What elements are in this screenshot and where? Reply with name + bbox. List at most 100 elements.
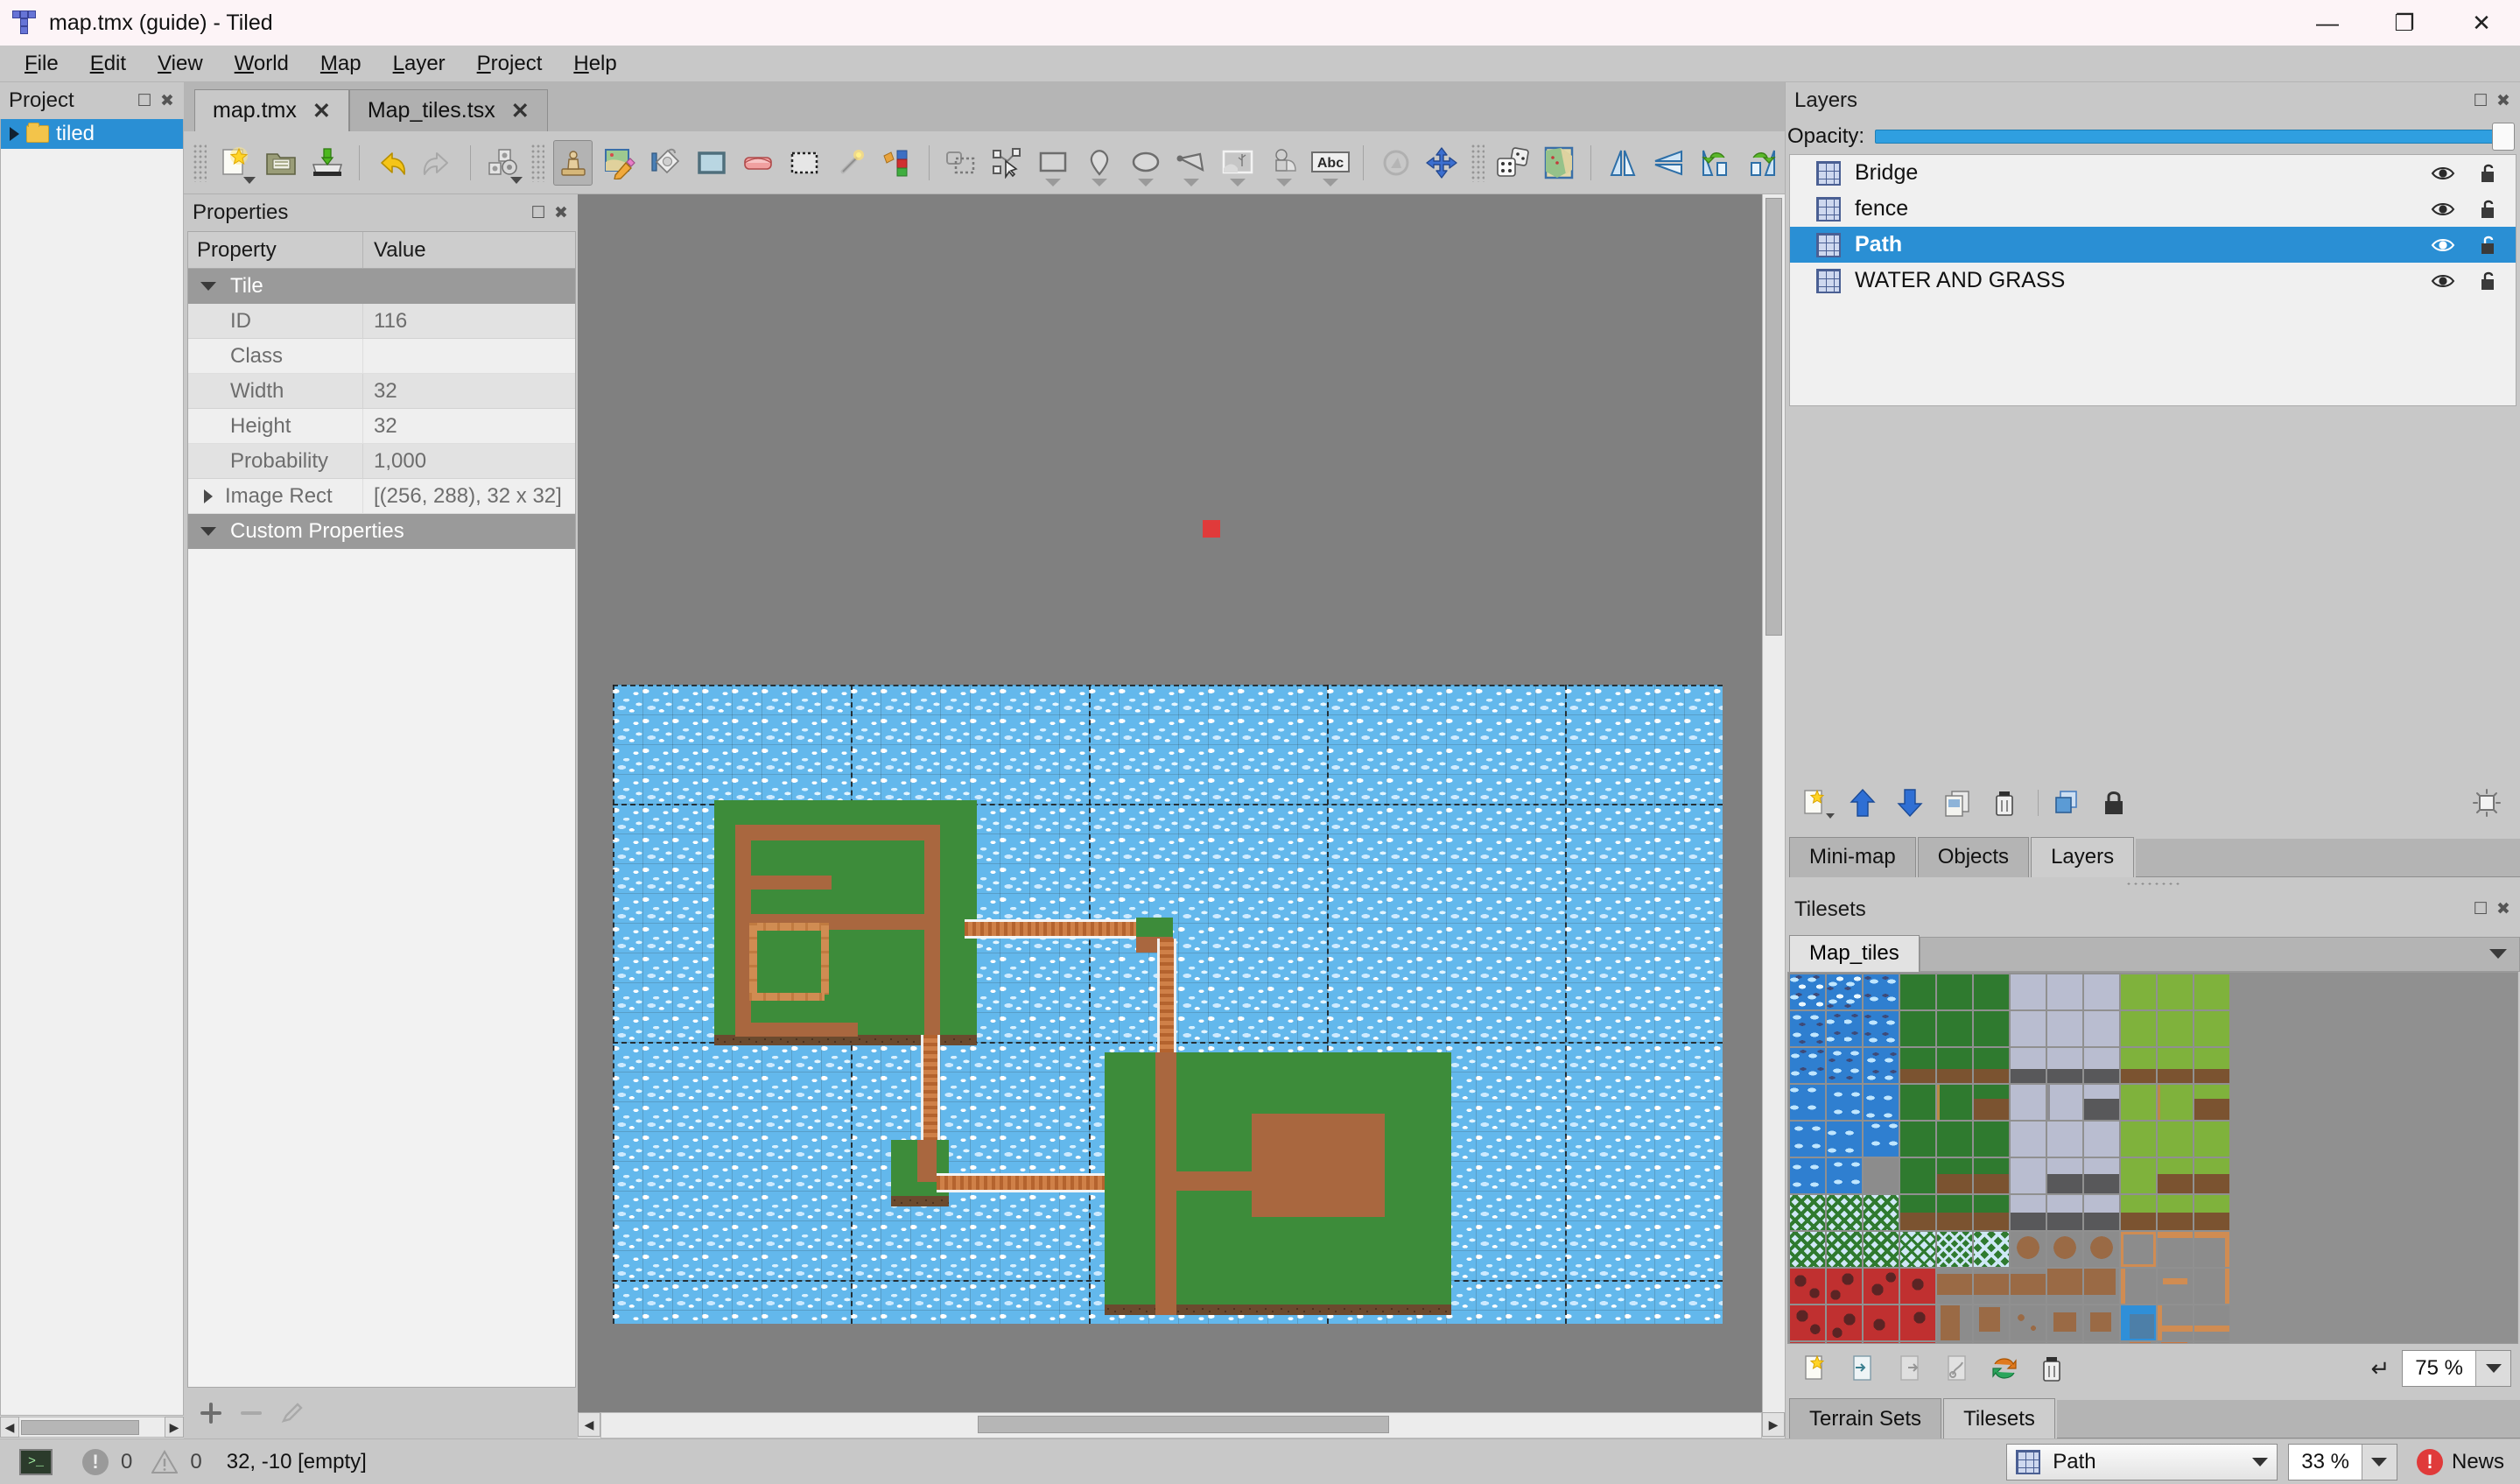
tileset-tile[interactable] [1937,1194,1972,1230]
layer-lock-toggle-bridge[interactable] [2472,160,2507,186]
select-same-tile-tool[interactable] [877,140,916,186]
scroll-left-icon[interactable]: ◀ [0,1417,19,1438]
chevron-down-icon[interactable] [1826,812,1835,819]
edit-tileset-button[interactable] [1936,1349,1978,1388]
tileset-tile[interactable] [2047,1194,2082,1230]
insert-rectangle-tool[interactable] [1034,140,1073,186]
tileset-tile[interactable] [1827,974,1862,1009]
map-zoom-combo[interactable]: 33 % [2288,1443,2397,1480]
tileset-tile[interactable] [2121,1084,2156,1120]
project-tree-item-tiled[interactable]: tiled [1,119,183,149]
tileset-tile[interactable] [2011,1231,2046,1267]
splitter-grip[interactable] [2124,881,2181,887]
tileset-tile[interactable] [1790,1121,1825,1157]
tileset-tile[interactable] [1864,974,1899,1009]
tileset-tile[interactable] [2158,1084,2193,1120]
tileset-tile[interactable] [1827,1231,1862,1267]
tileset-tile[interactable] [2047,1268,2082,1304]
tileset-tile[interactable] [1864,1194,1899,1230]
tileset-tile[interactable] [2084,1010,2119,1046]
new-map-button[interactable] [215,140,256,186]
menu-layer[interactable]: Layer [377,48,461,80]
tileset-tile[interactable] [1900,1194,1935,1230]
tileset-tile[interactable] [1790,974,1825,1009]
chevron-down-icon[interactable] [1183,178,1200,186]
add-property-icon[interactable] [198,1400,224,1426]
tileset-tile[interactable] [2011,1194,2046,1230]
tab-map-tiles-tileset[interactable]: Map_tiles [1789,934,1920,972]
tileset-tile[interactable] [1974,974,2009,1009]
tab-layers[interactable]: Layers [2031,836,2135,877]
chevron-down-icon[interactable] [2489,949,2507,959]
replace-tileset-button[interactable] [1983,1349,2025,1388]
tileset-tile[interactable] [1864,1268,1899,1304]
tileset-tile[interactable] [1937,1268,1972,1304]
bucket-fill-tool[interactable] [646,140,685,186]
undock-icon[interactable]: ☐ [527,201,550,224]
layer-visibility-toggle-bridge[interactable] [2428,160,2458,186]
canvas-hscroll-thumb[interactable] [978,1416,1389,1433]
chevron-down-icon[interactable] [1045,178,1062,186]
tileset-tile[interactable] [1900,1121,1935,1157]
project-scroll-track[interactable] [19,1417,165,1438]
rectangular-select-tool[interactable] [784,140,824,186]
tileset-tile[interactable] [1790,1231,1825,1267]
project-scroll-thumb[interactable] [21,1420,139,1435]
tileset-tile[interactable] [2121,1121,2156,1157]
undock-icon[interactable]: ☐ [2469,89,2492,112]
remove-tileset-button[interactable] [2031,1349,2073,1388]
tileset-tile[interactable] [2121,1305,2156,1340]
chevron-right-icon[interactable] [204,489,213,503]
tileset-tile[interactable] [1790,1194,1825,1230]
tileset-tile[interactable] [2047,1231,2082,1267]
layer-row-path[interactable]: Path [1790,227,2516,263]
tileset-tile[interactable] [2194,1341,2229,1344]
tab-tilesets[interactable]: Tilesets [1943,1398,2055,1438]
tileset-tile[interactable] [2194,1268,2229,1304]
tileset-tile[interactable] [2158,1231,2193,1267]
tab-mini-map[interactable]: Mini-map [1789,836,1916,877]
property-group-custom[interactable]: Custom Properties [188,514,575,549]
tileset-tile[interactable] [1937,1010,1972,1046]
chevron-down-icon[interactable] [1137,178,1154,186]
tileset-tile[interactable] [1827,1268,1862,1304]
minimize-button[interactable]: — [2289,0,2366,46]
menu-file[interactable]: File [9,48,74,80]
tileset-tile[interactable] [1900,1231,1935,1267]
tileset-zoom-field[interactable]: 75 % [2402,1350,2511,1387]
chevron-down-icon[interactable] [1091,178,1107,186]
error-circle-icon[interactable]: ! [82,1448,109,1475]
random-mode-toggle[interactable] [1493,140,1533,186]
tab-objects[interactable]: Objects [1917,836,2030,877]
insert-template-tool[interactable] [1265,140,1304,186]
menu-edit[interactable]: Edit [74,48,142,80]
tileset-tile[interactable] [1790,1010,1825,1046]
tileset-tile[interactable] [2047,1157,2082,1193]
tab-map-tmx-close-icon[interactable]: ✕ [312,98,331,124]
canvas-vscroll-thumb[interactable] [1765,198,1782,636]
tab-terrain-sets[interactable]: Terrain Sets [1789,1398,1942,1438]
tileset-tile[interactable] [2011,1268,2046,1304]
scroll-right-icon[interactable]: ▶ [165,1417,184,1438]
layer-row-bridge[interactable]: Bridge [1790,155,2516,191]
tileset-tile[interactable] [2121,1268,2156,1304]
tileset-tile[interactable] [2011,1305,2046,1340]
canvas-horizontal-scrollbar[interactable]: ◀ ▶ [578,1412,1785,1438]
dock-splitter[interactable] [1786,877,2520,891]
tileset-tile[interactable] [1790,1341,1825,1344]
pan-tool[interactable] [1422,140,1462,186]
tileset-tile[interactable] [1900,1341,1935,1344]
tileset-tile[interactable] [1827,1341,1862,1344]
tileset-tile[interactable] [2194,1305,2229,1340]
export-tileset-button[interactable] [1889,1349,1931,1388]
property-group-tile[interactable]: Tile [188,269,575,304]
chevron-down-icon[interactable] [1275,178,1292,186]
chevron-down-icon[interactable] [2475,1351,2510,1386]
magic-wand-tool[interactable] [831,140,870,186]
tileset-tile[interactable] [1790,1157,1825,1193]
tileset-tile[interactable] [2121,1047,2156,1083]
tileset-tile[interactable] [2158,1157,2193,1193]
tileset-tile[interactable] [2084,1194,2119,1230]
tileset-tile[interactable] [1790,1268,1825,1304]
tileset-tile[interactable] [2084,1084,2119,1120]
